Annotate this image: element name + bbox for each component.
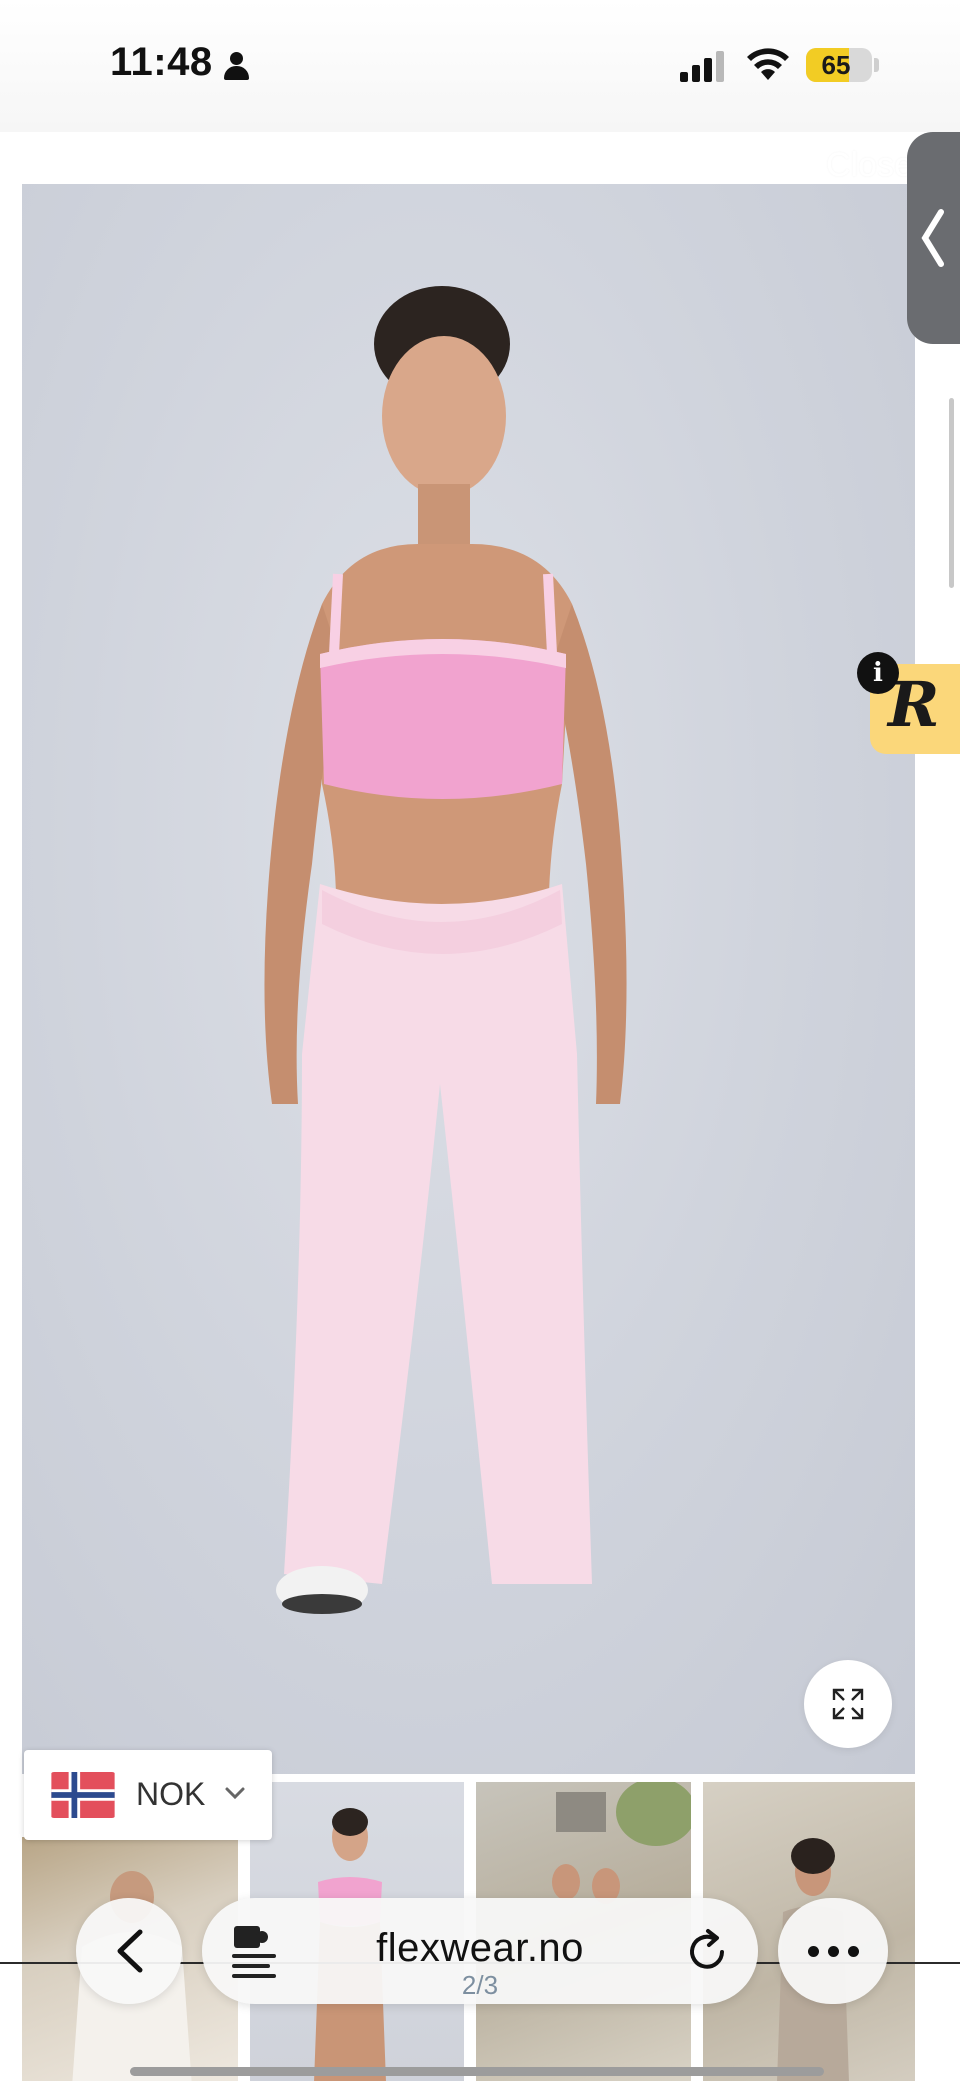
more-dot — [828, 1946, 839, 1957]
wifi-icon — [747, 48, 789, 80]
more-dot — [848, 1946, 859, 1957]
battery-tip — [874, 58, 879, 72]
battery-icon: 65 — [806, 48, 872, 82]
expand-arrows-icon — [832, 1688, 864, 1720]
side-drawer-tab[interactable] — [907, 132, 960, 344]
norway-flag-icon — [50, 1772, 116, 1818]
currency-code: NOK — [136, 1776, 206, 1812]
currency-selector[interactable]: NOK — [24, 1750, 272, 1840]
model-figure-illustration — [264, 286, 627, 1614]
product-main-photo[interactable] — [22, 184, 915, 1774]
home-indicator[interactable] — [130, 2067, 824, 2076]
status-time: 11:48 — [110, 40, 213, 84]
image-lightbox: Close R i NOK — [0, 132, 960, 2081]
person-icon — [222, 52, 250, 82]
chevron-down-icon — [225, 1787, 245, 1800]
cellular-signal-icon — [680, 50, 728, 82]
chevron-left-icon — [117, 1929, 143, 1973]
close-button[interactable]: Close — [826, 146, 913, 185]
status-bar: 11:48 65 — [0, 0, 960, 132]
chevron-left-icon — [921, 209, 944, 267]
reload-icon[interactable] — [686, 1928, 730, 1974]
scroll-indicator — [949, 398, 954, 588]
battery-level: 65 — [821, 50, 851, 80]
url-domain: flexwear.no — [376, 1926, 584, 1970]
fullscreen-button[interactable] — [804, 1660, 892, 1748]
more-dot — [808, 1946, 819, 1957]
info-icon[interactable]: i — [857, 652, 899, 694]
image-counter: 2/3 — [461, 1970, 499, 2000]
